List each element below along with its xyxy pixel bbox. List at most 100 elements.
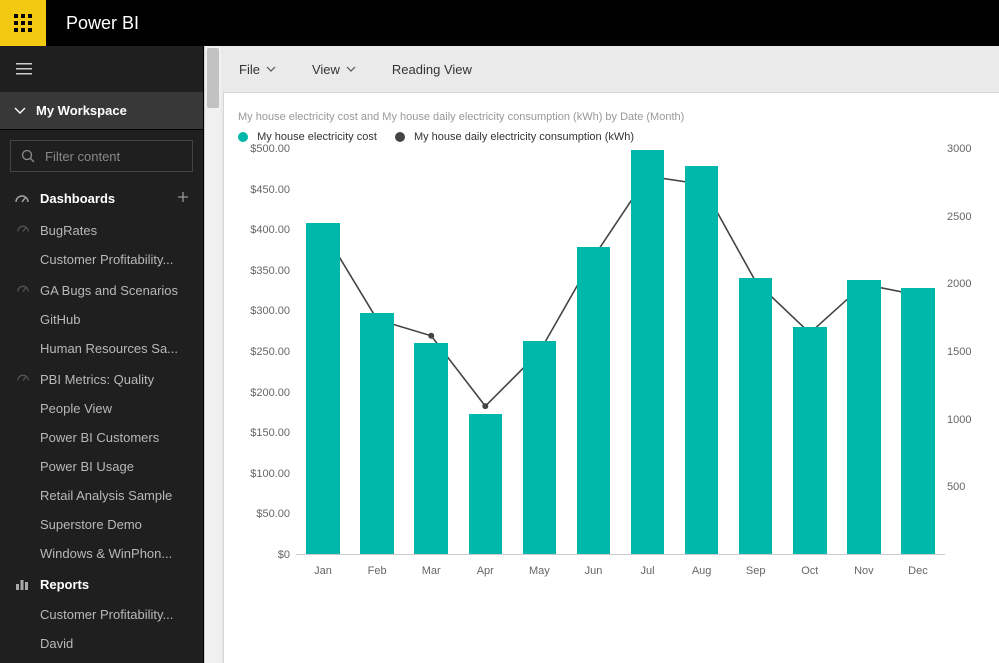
section-dashboards[interactable]: Dashboards <box>0 182 203 214</box>
x-axis-tick: Apr <box>477 565 494 577</box>
y2-axis-tick: 1500 <box>947 346 987 358</box>
sidebar-item-label: GitHub <box>40 312 80 327</box>
sidebar-item-label: Customer Profitability... <box>40 252 173 267</box>
sidebar-item-dashboard[interactable]: People View <box>0 394 203 423</box>
main: File View Reading View My house electric… <box>221 46 999 663</box>
y-axis-tick: $450.00 <box>242 184 290 196</box>
legend-s2-label: My house daily electricity consumption (… <box>414 131 634 143</box>
sidebar-item-label: Human Resources Sa... <box>40 341 178 356</box>
bar[interactable] <box>523 341 557 554</box>
sidebar-item-dashboard[interactable]: GitHub <box>0 305 203 334</box>
y-axis-tick: $200.00 <box>242 387 290 399</box>
sidebar-item-label: GA Bugs and Scenarios <box>40 283 178 298</box>
plot-area <box>296 149 945 555</box>
sidebar-item-label: People View <box>40 401 112 416</box>
bar[interactable] <box>306 223 340 554</box>
y2-axis-tick: 1000 <box>947 414 987 426</box>
sidebar-item-dashboard[interactable]: PBI Metrics: Quality <box>0 363 203 394</box>
sidebar-item-dashboard[interactable]: Power BI Customers <box>0 423 203 452</box>
bar[interactable] <box>793 327 827 554</box>
bar[interactable] <box>469 414 503 554</box>
line-path <box>323 176 918 406</box>
menu-reading-view[interactable]: Reading View <box>392 62 472 77</box>
legend-swatch-icon <box>238 132 248 142</box>
sidebar-item-dashboard[interactable]: Windows & WinPhon... <box>0 539 203 568</box>
plus-icon <box>177 191 189 203</box>
legend-series-2: My house daily electricity consumption (… <box>395 131 634 143</box>
x-axis-tick: May <box>529 565 550 577</box>
sidebar-item-dashboard[interactable]: Customer Profitability... <box>0 245 203 274</box>
legend-s1-label: My house electricity cost <box>257 131 377 143</box>
sidebar-item-dashboard[interactable]: BugRates <box>0 214 203 245</box>
section-reports-label: Reports <box>40 577 89 592</box>
add-dashboard-button[interactable] <box>177 191 189 206</box>
app-launcher-button[interactable] <box>0 0 46 46</box>
x-axis-tick: Dec <box>908 565 928 577</box>
sidebar-item-label: Power BI Customers <box>40 430 159 445</box>
menu-file[interactable]: File <box>239 62 276 77</box>
gauge-icon <box>14 190 30 206</box>
sidebar-item-label: PBI Metrics: Quality <box>40 372 154 387</box>
bar[interactable] <box>685 166 719 554</box>
y2-axis-tick: 3000 <box>947 143 987 155</box>
chart-title: My house electricity cost and My house d… <box>238 111 987 123</box>
bar[interactable] <box>360 313 394 554</box>
menu-view[interactable]: View <box>312 62 356 77</box>
y-axis-tick: $250.00 <box>242 346 290 358</box>
bar[interactable] <box>577 247 611 554</box>
sidebar-item-dashboard[interactable]: GA Bugs and Scenarios <box>0 274 203 305</box>
sidebar-item-dashboard[interactable]: Superstore Demo <box>0 510 203 539</box>
chart[interactable]: $500.00$450.00$400.00$350.00$300.00$250.… <box>238 149 987 579</box>
bar[interactable] <box>847 280 881 554</box>
sidebar-item-label: Windows & WinPhon... <box>40 546 172 561</box>
x-axis-tick: Sep <box>746 565 766 577</box>
x-axis-tick: Nov <box>854 565 874 577</box>
y2-axis-tick: 500 <box>947 481 987 493</box>
sidebar-item-report[interactable]: David <box>0 629 203 658</box>
sidebar-item-label: Retail Analysis Sample <box>40 488 172 503</box>
y-axis-tick: $350.00 <box>242 265 290 277</box>
x-axis-tick: Jun <box>585 565 603 577</box>
y-axis-tick: $400.00 <box>242 224 290 236</box>
chevron-down-icon <box>346 64 356 74</box>
y2-axis-tick: 2000 <box>947 278 987 290</box>
chart-legend: My house electricity cost My house daily… <box>238 131 987 143</box>
y-axis-tick: $300.00 <box>242 305 290 317</box>
hamburger-icon <box>16 63 32 75</box>
sidebar-item-report[interactable]: Customer Profitability... <box>0 600 203 629</box>
sidebar-item-label: Customer Profitability... <box>40 607 173 622</box>
sidebar-item-dashboard[interactable]: Power BI Usage <box>0 452 203 481</box>
line-point[interactable] <box>482 403 488 409</box>
bar[interactable] <box>414 343 448 554</box>
sidebar-item-label: Power BI Usage <box>40 459 134 474</box>
x-axis-tick: Jul <box>641 565 655 577</box>
sidebar-item-dashboard[interactable]: Human Resources Sa... <box>0 334 203 363</box>
y-axis-tick: $0 <box>242 549 290 561</box>
y-axis-tick: $50.00 <box>242 508 290 520</box>
report-canvas[interactable]: My house electricity cost and My house d… <box>223 92 999 663</box>
bar[interactable] <box>739 278 773 554</box>
sidebar-scrollbar[interactable] <box>204 46 221 663</box>
x-axis-tick: Jan <box>314 565 332 577</box>
section-reports[interactable]: Reports <box>0 568 203 600</box>
bar[interactable] <box>901 288 935 554</box>
bar[interactable] <box>631 150 665 554</box>
x-axis-tick: Oct <box>801 565 818 577</box>
sidebar: My Workspace Filter content Dashboards B… <box>0 46 204 663</box>
topbar: Power BI <box>0 0 999 46</box>
collapse-nav-button[interactable] <box>0 46 203 92</box>
gauge-icon <box>16 281 32 298</box>
sidebar-item-label: BugRates <box>40 223 97 238</box>
workspace-selector[interactable]: My Workspace <box>0 92 203 130</box>
filter-placeholder: Filter content <box>45 149 120 164</box>
sidebar-item-label: David <box>40 636 73 651</box>
chevron-down-icon <box>14 105 26 117</box>
line-point[interactable] <box>428 333 434 339</box>
menu-file-label: File <box>239 62 260 77</box>
y-axis-tick: $150.00 <box>242 427 290 439</box>
filter-content-input[interactable]: Filter content <box>10 140 193 172</box>
sidebar-item-dashboard[interactable]: Retail Analysis Sample <box>0 481 203 510</box>
scrollbar-thumb[interactable] <box>207 48 219 108</box>
y2-axis-tick: 2500 <box>947 211 987 223</box>
workspace-label: My Workspace <box>36 103 127 118</box>
